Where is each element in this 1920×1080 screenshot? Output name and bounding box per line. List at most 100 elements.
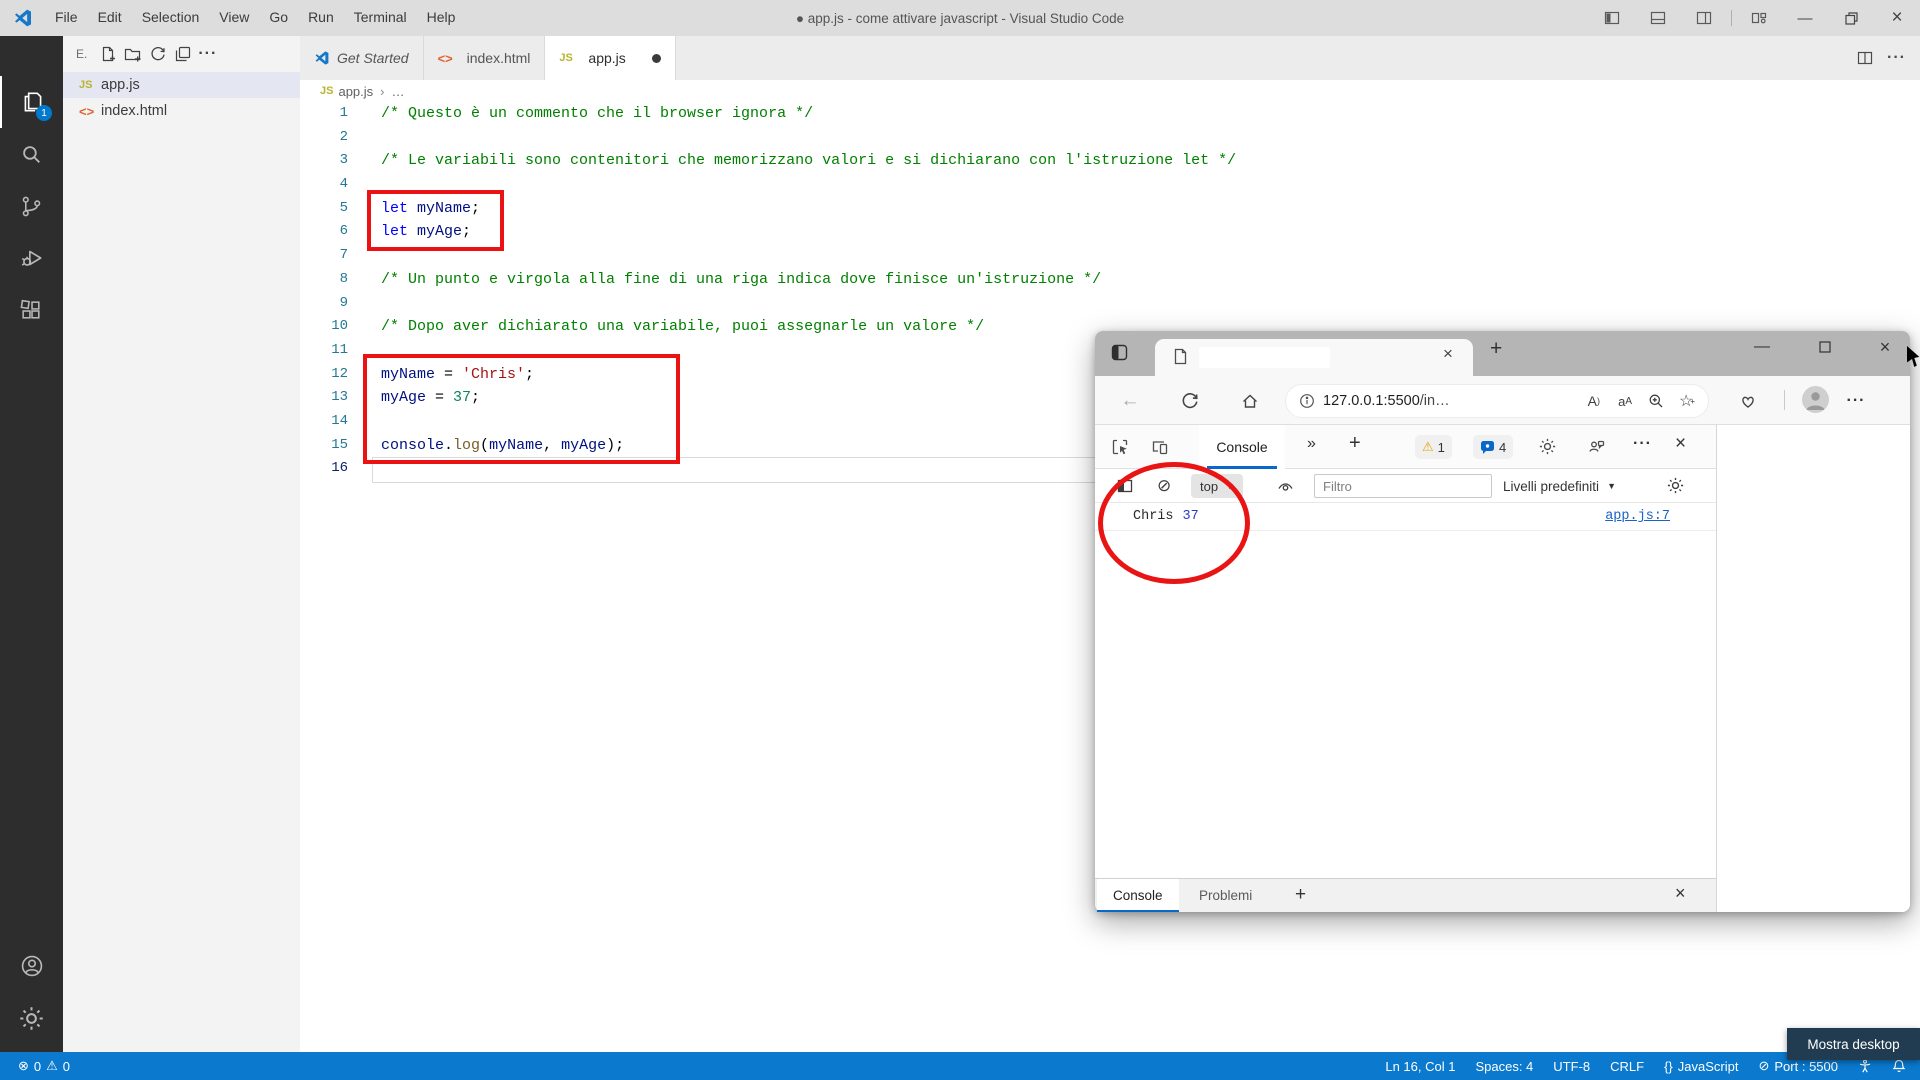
notifications-bell-icon[interactable] bbox=[1892, 1059, 1906, 1073]
live-expression-eye-icon[interactable] bbox=[1277, 478, 1294, 495]
drawer-tab-console[interactable]: Console bbox=[1097, 879, 1179, 912]
breadcrumb-file[interactable]: app.js bbox=[338, 84, 373, 99]
search-icon[interactable] bbox=[0, 128, 63, 180]
drawer-tab-problems[interactable]: Problemi bbox=[1183, 879, 1268, 912]
tab-app-js[interactable]: JS app.js bbox=[545, 36, 675, 80]
browser-essentials-icon[interactable] bbox=[1735, 388, 1761, 414]
more-tabs-icon[interactable]: » bbox=[1307, 435, 1316, 453]
address-bar[interactable]: 127.0.0.1:5500/in… A) aA ☆+ bbox=[1285, 384, 1709, 418]
run-debug-icon[interactable] bbox=[0, 232, 63, 284]
page-viewport[interactable] bbox=[1717, 425, 1910, 912]
toggle-secondary-sidebar-icon[interactable] bbox=[1681, 0, 1727, 36]
file-item-appjs[interactable]: JS app.js bbox=[63, 72, 300, 98]
accounts-icon[interactable] bbox=[0, 940, 63, 992]
menu-help[interactable]: Help bbox=[417, 9, 466, 25]
breadcrumb[interactable]: JS app.js › … bbox=[300, 80, 1920, 102]
more-actions-icon[interactable]: ··· bbox=[1887, 49, 1906, 67]
read-aloud-icon[interactable]: A) bbox=[1588, 385, 1600, 417]
eol-sequence[interactable]: CRLF bbox=[1610, 1059, 1644, 1074]
indentation[interactable]: Spaces: 4 bbox=[1475, 1059, 1533, 1074]
tab-close-icon[interactable]: × bbox=[1443, 344, 1453, 364]
explorer-icon[interactable]: 1 bbox=[0, 76, 63, 128]
minimize-window-icon[interactable]: — bbox=[1782, 0, 1828, 36]
code-line-5[interactable]: 5let myName; bbox=[300, 197, 1920, 221]
browser-tab[interactable]: × bbox=[1155, 339, 1473, 376]
close-window-icon[interactable]: × bbox=[1874, 0, 1920, 36]
tab-actions-menu-icon[interactable] bbox=[1111, 344, 1128, 361]
code-line-2[interactable]: 2 bbox=[300, 126, 1920, 150]
refresh-icon[interactable] bbox=[145, 42, 170, 66]
menu-file[interactable]: File bbox=[45, 9, 88, 25]
encoding[interactable]: UTF-8 bbox=[1553, 1059, 1590, 1074]
code-line-9[interactable]: 9 bbox=[300, 292, 1920, 316]
more-actions-icon[interactable]: ··· bbox=[195, 42, 220, 66]
new-folder-icon[interactable] bbox=[120, 42, 145, 66]
problems-status[interactable]: ⊗ 0 ⚠ 0 bbox=[18, 1058, 70, 1074]
favorites-star-icon[interactable]: ☆+ bbox=[1679, 385, 1695, 417]
devtools-close-icon[interactable]: × bbox=[1675, 433, 1686, 455]
browser-settings-more-icon[interactable]: ··· bbox=[1843, 388, 1869, 414]
menu-go[interactable]: Go bbox=[259, 9, 298, 25]
tab-get-started[interactable]: Get Started bbox=[300, 36, 424, 80]
translate-icon[interactable]: aA bbox=[1618, 385, 1632, 417]
cursor-position[interactable]: Ln 16, Col 1 bbox=[1385, 1059, 1455, 1074]
code-line-4[interactable]: 4 bbox=[300, 173, 1920, 197]
add-devtools-tab-icon[interactable]: + bbox=[1349, 432, 1361, 455]
issues-badge[interactable]: 4 bbox=[1473, 435, 1513, 459]
device-emulation-icon[interactable] bbox=[1151, 438, 1169, 456]
restore-window-icon[interactable] bbox=[1828, 0, 1874, 36]
code-line-3[interactable]: 3/* Le variabili sono contenitori che me… bbox=[300, 149, 1920, 173]
browser-minimize-icon[interactable]: — bbox=[1740, 331, 1784, 363]
browser-close-icon[interactable]: × bbox=[1863, 331, 1907, 363]
devtools-tab-console[interactable]: Console bbox=[1199, 425, 1285, 469]
profile-avatar[interactable] bbox=[1802, 386, 1829, 413]
drawer-close-icon[interactable]: × bbox=[1675, 883, 1686, 904]
reload-icon[interactable] bbox=[1177, 388, 1203, 414]
url-text[interactable]: 127.0.0.1:5500/in… bbox=[1323, 393, 1450, 409]
site-info-icon[interactable] bbox=[1299, 393, 1315, 409]
warnings-badge[interactable]: ⚠ 1 bbox=[1415, 435, 1452, 459]
extensions-icon[interactable] bbox=[0, 284, 63, 336]
code-line-7[interactable]: 7 bbox=[300, 244, 1920, 268]
feedback-icon[interactable] bbox=[1587, 438, 1605, 456]
new-file-icon[interactable] bbox=[95, 42, 120, 66]
menu-run[interactable]: Run bbox=[298, 9, 344, 25]
home-icon[interactable] bbox=[1237, 388, 1263, 414]
console-sidebar-toggle-icon[interactable] bbox=[1117, 478, 1133, 494]
menu-edit[interactable]: Edit bbox=[88, 9, 132, 25]
unsaved-changes-dot[interactable] bbox=[652, 54, 661, 63]
console-filter-input[interactable] bbox=[1314, 474, 1492, 498]
code-line-8[interactable]: 8/* Un punto e virgola alla fine di una … bbox=[300, 268, 1920, 292]
drawer-add-tab-icon[interactable]: + bbox=[1295, 884, 1306, 906]
log-levels-dropdown[interactable]: Livelli predefiniti ▼ bbox=[1503, 469, 1616, 503]
split-editor-icon[interactable] bbox=[1857, 50, 1873, 66]
language-mode[interactable]: {} JavaScript bbox=[1664, 1059, 1738, 1074]
customize-layout-icon[interactable] bbox=[1736, 0, 1782, 36]
clear-console-icon[interactable]: ⊘ bbox=[1157, 476, 1171, 496]
devtools-more-icon[interactable]: ··· bbox=[1633, 435, 1652, 453]
menu-terminal[interactable]: Terminal bbox=[344, 9, 417, 25]
toggle-panel-icon[interactable] bbox=[1635, 0, 1681, 36]
menu-view[interactable]: View bbox=[209, 9, 259, 25]
tab-index-html[interactable]: <> index.html bbox=[424, 36, 546, 80]
breadcrumb-more[interactable]: … bbox=[392, 84, 405, 99]
accessibility-icon[interactable] bbox=[1858, 1059, 1872, 1073]
code-line-6[interactable]: 6let myAge; bbox=[300, 220, 1920, 244]
open-editors-icon[interactable] bbox=[170, 42, 195, 66]
code-line-1[interactable]: 1/* Questo è un commento che il browser … bbox=[300, 102, 1920, 126]
back-icon[interactable]: ← bbox=[1117, 388, 1143, 414]
settings-gear-icon[interactable] bbox=[0, 992, 63, 1044]
menu-selection[interactable]: Selection bbox=[132, 9, 210, 25]
inspect-element-icon[interactable] bbox=[1111, 438, 1129, 456]
source-control-icon[interactable] bbox=[0, 180, 63, 232]
javascript-context-dropdown[interactable]: top ▼ bbox=[1191, 474, 1243, 498]
console-settings-gear-icon[interactable] bbox=[1667, 477, 1684, 494]
zoom-icon[interactable] bbox=[1648, 385, 1664, 417]
log-source-link[interactable]: app.js:7 bbox=[1605, 509, 1670, 524]
devtools-settings-gear-icon[interactable] bbox=[1539, 438, 1556, 455]
browser-maximize-icon[interactable] bbox=[1803, 331, 1847, 363]
console-log-entry[interactable]: Chris 37 app.js:7 bbox=[1095, 503, 1716, 531]
file-item-indexhtml[interactable]: <> index.html bbox=[63, 98, 300, 124]
toggle-sidebar-icon[interactable] bbox=[1589, 0, 1635, 36]
new-tab-button[interactable]: + bbox=[1490, 337, 1502, 361]
